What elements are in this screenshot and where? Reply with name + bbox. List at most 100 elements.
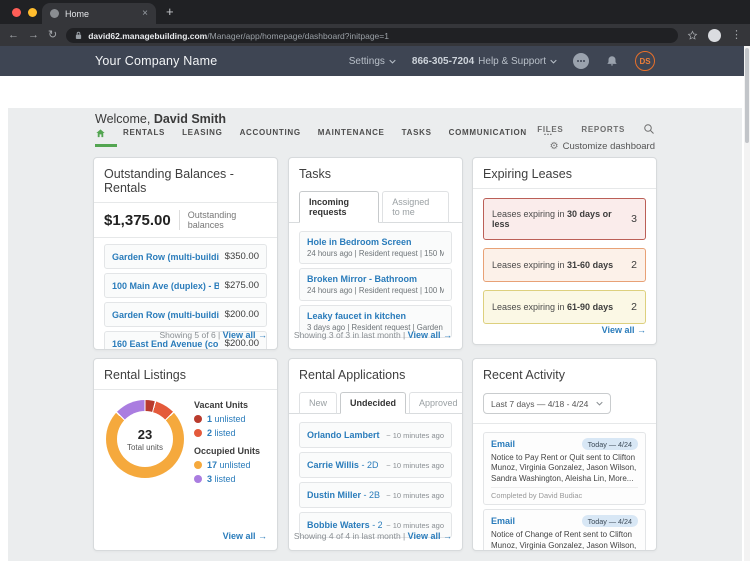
balance-row: Garden Row (multi-building comple... $20… bbox=[104, 302, 267, 327]
page-scrollbar[interactable] bbox=[744, 46, 750, 561]
notifications-bell-icon[interactable] bbox=[605, 54, 619, 69]
tab-new[interactable]: New bbox=[299, 392, 337, 414]
legend-dot bbox=[194, 415, 202, 423]
legend-link[interactable]: 2 listed bbox=[207, 428, 236, 438]
tab-assigned-to-me[interactable]: Assigned to me bbox=[382, 191, 449, 223]
legend-group-title: Vacant Units bbox=[194, 400, 260, 410]
card-title: Rental Applications bbox=[289, 359, 462, 389]
property-link[interactable]: 100 Main Ave (duplex) - B bbox=[112, 281, 219, 291]
active-nav-indicator bbox=[95, 144, 117, 147]
total-label: Outstanding balances bbox=[179, 210, 267, 230]
legend-link[interactable]: 17 unlisted bbox=[207, 460, 251, 470]
recent-activity-card: Recent Activity Last 7 days — 4/18 - 4/2… bbox=[472, 358, 657, 551]
url-host: david62.managebuilding.com bbox=[88, 31, 207, 41]
nav-communication[interactable]: COMMUNICATION bbox=[449, 128, 527, 137]
user-avatar[interactable]: DS bbox=[635, 51, 655, 71]
chart-legend: Vacant Units 1 unlisted 2 listed Occupie… bbox=[194, 400, 260, 492]
chevron-down-icon bbox=[550, 58, 557, 65]
url-bar[interactable]: david62.managebuilding.com/Manager/app/h… bbox=[66, 28, 678, 43]
nav-files[interactable]: FILES bbox=[537, 125, 563, 134]
tab-undecided[interactable]: Undecided bbox=[340, 392, 406, 414]
bookmark-star-icon[interactable] bbox=[687, 30, 698, 41]
task-item: Hole in Bedroom Screen 24 hours ago | Re… bbox=[299, 231, 452, 264]
back-icon[interactable]: ← bbox=[8, 30, 19, 41]
legend-link[interactable]: 3 listed bbox=[207, 474, 236, 484]
rental-applications-card: Rental Applications New Undecided Approv… bbox=[288, 358, 463, 551]
date-range-select[interactable]: Last 7 days — 4/18 - 4/24 bbox=[483, 393, 611, 414]
applicant-link[interactable]: Carrie Willis - 2D bbox=[307, 460, 378, 470]
view-all-link[interactable]: View all → bbox=[408, 330, 452, 340]
task-link[interactable]: Broken Mirror - Bathroom bbox=[307, 274, 444, 284]
chevron-down-icon bbox=[596, 400, 603, 407]
expiring-count: 2 bbox=[631, 301, 637, 313]
showing-count: Showing 3 of 3 in last month | bbox=[294, 330, 405, 340]
activity-text: Notice to Pay Rent or Quit sent to Clift… bbox=[491, 453, 638, 484]
home-icon[interactable] bbox=[95, 128, 106, 139]
nav-rentals[interactable]: RENTALS bbox=[123, 128, 165, 137]
favicon-icon bbox=[50, 9, 59, 18]
application-row: Carrie Willis - 2D ~ 10 minutes ago bbox=[299, 452, 452, 478]
applicant-link[interactable]: Bobbie Waters - 2B bbox=[307, 520, 382, 530]
nav-reports[interactable]: REPORTS bbox=[581, 125, 625, 134]
help-support-menu[interactable]: 866-305-7204 Help & Support bbox=[412, 56, 557, 67]
tab-approved[interactable]: Approved bbox=[409, 392, 463, 414]
forward-icon[interactable]: → bbox=[28, 30, 39, 41]
applicant-link[interactable]: Orlando Lambert - 1 bbox=[307, 430, 382, 440]
expiring-row-61-90[interactable]: Leases expiring in 61-90 days 2 bbox=[483, 290, 646, 324]
browser-profile-avatar[interactable] bbox=[708, 29, 721, 42]
main-nav: RENTALS LEASING ACCOUNTING MAINTENANCE T… bbox=[95, 127, 553, 138]
applicant-link[interactable]: Dustin Miller - 2B bbox=[307, 490, 380, 500]
expiring-row-31-60[interactable]: Leases expiring in 31-60 days 2 bbox=[483, 248, 646, 282]
legend-dot bbox=[194, 475, 202, 483]
view-all-link[interactable]: View all → bbox=[223, 330, 267, 340]
property-link[interactable]: 160 East End Avenue (condo/townh... bbox=[112, 339, 219, 349]
task-link[interactable]: Leaky faucet in kitchen bbox=[307, 311, 444, 321]
settings-menu[interactable]: Settings bbox=[349, 56, 396, 67]
card-footer: View all → bbox=[223, 531, 267, 541]
activity-type-link[interactable]: Email bbox=[491, 516, 515, 526]
scrollbar-thumb[interactable] bbox=[745, 48, 749, 143]
total-units-value: 23 bbox=[138, 427, 152, 442]
browser-tabstrip: Home × + bbox=[0, 0, 750, 24]
browser-menu-icon[interactable]: ⋮ bbox=[731, 30, 742, 41]
application-row: Orlando Lambert - 1 ~ 10 minutes ago bbox=[299, 422, 452, 448]
view-all-link[interactable]: View all → bbox=[408, 531, 452, 541]
task-link[interactable]: Hole in Bedroom Screen bbox=[307, 237, 444, 247]
reload-icon[interactable]: ↻ bbox=[48, 30, 57, 41]
expiring-label: Leases expiring in 31-60 days bbox=[492, 260, 613, 270]
chat-icon[interactable] bbox=[573, 53, 589, 69]
customize-dashboard-button[interactable]: ⚙ Customize dashboard bbox=[550, 141, 655, 152]
nav-leasing[interactable]: LEASING bbox=[182, 128, 222, 137]
close-window-button[interactable] bbox=[12, 8, 21, 17]
nav-maintenance[interactable]: MAINTENANCE bbox=[318, 128, 385, 137]
app-header: Your Company Name Settings 866-305-7204 … bbox=[0, 46, 750, 76]
browser-toolbar: ← → ↻ david62.managebuilding.com/Manager… bbox=[0, 24, 750, 46]
application-time: ~ 10 minutes ago bbox=[386, 461, 444, 470]
tab-close-icon[interactable]: × bbox=[142, 8, 148, 19]
activity-type-link[interactable]: Email bbox=[491, 439, 515, 449]
balances-total: $1,375.00 Outstanding balances bbox=[94, 203, 277, 238]
search-icon[interactable] bbox=[643, 123, 655, 135]
nav-tasks[interactable]: TASKS bbox=[402, 128, 432, 137]
browser-tab-home[interactable]: Home × bbox=[42, 3, 156, 24]
balance-amount: $200.00 bbox=[225, 309, 259, 320]
legend-entry: 1 unlisted bbox=[194, 414, 260, 424]
tab-title: Home bbox=[65, 9, 136, 19]
legend-entry: 2 listed bbox=[194, 428, 260, 438]
property-link[interactable]: Garden Row (multi-building comple... bbox=[112, 310, 219, 320]
showing-count: Showing 5 of 6 | bbox=[159, 330, 220, 340]
legend-link[interactable]: 1 unlisted bbox=[207, 414, 246, 424]
activity-item: Email Today — 4/24 Notice to Pay Rent or… bbox=[483, 432, 646, 505]
minimize-window-button[interactable] bbox=[28, 8, 37, 17]
url-text: david62.managebuilding.com/Manager/app/h… bbox=[88, 26, 389, 44]
tab-incoming-requests[interactable]: Incoming requests bbox=[299, 191, 379, 223]
property-link[interactable]: Garden Row (multi-building comple... bbox=[112, 252, 219, 262]
view-all-link[interactable]: View all → bbox=[223, 531, 267, 541]
expiring-row-30[interactable]: Leases expiring in 30 days or less 3 bbox=[483, 198, 646, 240]
outstanding-balances-card: Outstanding Balances - Rentals $1,375.00… bbox=[93, 157, 278, 350]
view-all-link[interactable]: View all → bbox=[602, 325, 646, 335]
task-meta: 24 hours ago | Resident request | 150 Ma… bbox=[307, 249, 444, 258]
nav-accounting[interactable]: ACCOUNTING bbox=[240, 128, 301, 137]
application-time: ~ 10 minutes ago bbox=[386, 521, 444, 530]
new-tab-button[interactable]: + bbox=[166, 4, 174, 19]
